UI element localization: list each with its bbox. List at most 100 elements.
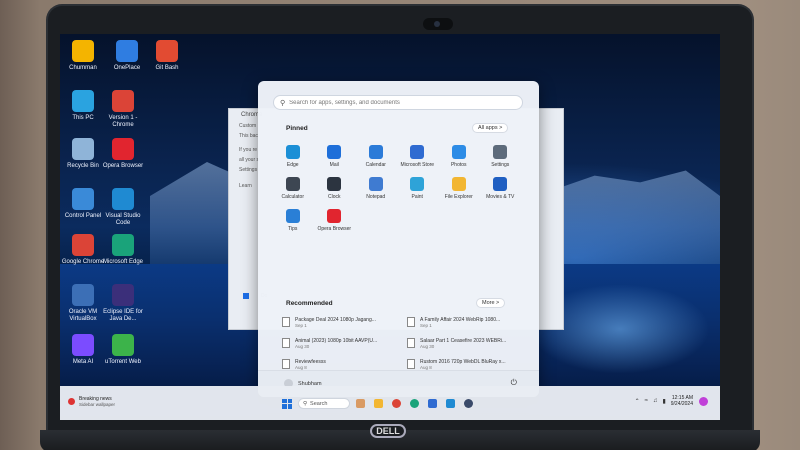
pinned-app[interactable]: Paint [397, 177, 439, 200]
edge-icon [112, 234, 134, 256]
control-panel-icon [72, 188, 94, 210]
start-search-box[interactable]: ⚲ [273, 95, 523, 110]
copilot-icon[interactable] [699, 396, 708, 406]
calendar-icon [368, 145, 383, 159]
recommended-item-date: Aug 30 [295, 344, 310, 349]
edge-icon [285, 145, 300, 159]
pinned-app[interactable]: Opera Browser [314, 209, 356, 232]
pinned-heading: Pinned [286, 125, 308, 132]
chrome-icon[interactable] [392, 399, 401, 408]
pinned-apps-grid: Edge Mail Calendar Microsoft Store Photos Set… [272, 145, 532, 232]
system-tray: ⌃ ≈ ♫ ▮ 12:15 AM 9/24/2024 [635, 395, 708, 407]
calculator-icon [285, 177, 300, 191]
recommended-item[interactable]: Salaar Part 1 Ceasefire 2023 WEBRi... Aug… [407, 338, 522, 350]
desktop-icon-label: uTorrent Web [105, 359, 141, 365]
recommended-list: Package Deal 2024 1080p Jagang... Sep 1 A … [282, 317, 522, 371]
desktop-icon[interactable]: uTorrent Web [100, 334, 146, 366]
movies-tv-icon [493, 177, 508, 191]
vscode-icon[interactable] [446, 399, 455, 408]
pinned-app[interactable]: Movies & TV [480, 177, 522, 200]
pinned-app-label: Notepad [366, 194, 386, 200]
desktop-icon[interactable]: Chumman [60, 40, 106, 72]
volume-icon[interactable]: ♫ [653, 398, 658, 404]
all-apps-button[interactable]: All apps > [472, 123, 509, 133]
recommended-item-date: Sep 1 [295, 323, 307, 328]
news-icon [68, 398, 75, 405]
desktop-icon-label: Version 1 - Chrome [108, 115, 138, 128]
pinned-app[interactable]: Edge [272, 145, 314, 168]
pinned-app-label: Tips [288, 226, 298, 232]
taskbar-search-button[interactable]: ⚲ Search [298, 398, 350, 409]
pinned-app[interactable]: Microsoft Store [397, 145, 439, 168]
recommended-item-name: Salaar Part 1 Ceasefire 2023 WEBRi... [420, 338, 507, 344]
pinned-app[interactable]: Notepad [355, 177, 397, 200]
pinned-app-label: Opera Browser [317, 226, 352, 232]
search-icon: ⚲ [303, 400, 308, 407]
pinned-app[interactable]: Clock [314, 177, 356, 200]
desktop-icon[interactable]: Microsoft Edge [100, 234, 146, 266]
taskbar-center: ⚲ Search [282, 398, 482, 409]
desktop-icon[interactable]: Opera Browser [100, 138, 146, 170]
pinned-app[interactable]: File Explorer [438, 177, 480, 200]
opera-icon [112, 138, 134, 160]
file-explorer-icon[interactable] [374, 399, 383, 408]
pinned-app-label: File Explorer [444, 194, 473, 200]
pinned-app[interactable]: Mail [314, 145, 356, 168]
pinned-app[interactable]: Photos [438, 145, 480, 168]
chrome-icon [72, 234, 94, 256]
more-button[interactable]: More > [476, 298, 506, 308]
pinned-app[interactable]: Tips [272, 209, 314, 232]
meta-ai-icon [72, 334, 94, 356]
battery-icon[interactable]: ▮ [662, 398, 665, 405]
wifi-icon[interactable]: ≈ [645, 398, 648, 404]
paint-icon [410, 177, 425, 191]
recommended-item[interactable]: Animal (2023) 1080p 10bit AAVP(U... Aug 3… [282, 338, 397, 350]
pinned-app-label: Clock [327, 194, 341, 200]
recommended-item-name: Rustom 2016 720p WebDL BluRay x... [420, 359, 506, 365]
file-icon [407, 359, 415, 369]
app-icon[interactable] [464, 399, 473, 408]
pinned-app-label: Microsoft Store [400, 162, 435, 168]
chevron-up-icon[interactable]: ⌃ [635, 398, 640, 405]
desktop-icon-label: Visual Studio Code [105, 213, 141, 226]
store-icon[interactable] [428, 399, 437, 408]
desktop-icon-label: Microsoft Edge [102, 259, 144, 265]
start-search-input[interactable] [289, 99, 510, 106]
recommended-item-date: Aug 30 [420, 344, 435, 349]
news-widget[interactable]: Breaking news Sidebar wallpaper [68, 396, 115, 407]
recommended-item[interactable]: Package Deal 2024 1080p Jagang... Sep 1 [282, 317, 397, 329]
pinned-app-label: Paint [411, 194, 423, 200]
recommended-item-date: Sep 1 [420, 323, 432, 328]
desktop-icon[interactable]: Visual Studio Code [100, 188, 146, 227]
notepad-icon [368, 177, 383, 191]
opera-icon [327, 209, 342, 223]
desktop-icon-label: Chumman [69, 65, 97, 71]
pinned-app-label: Photos [450, 162, 467, 168]
file-icon [282, 338, 290, 348]
recommended-heading: Recommended [286, 300, 333, 307]
desktop-icon[interactable]: Eclipse IDE for Java De... [100, 284, 146, 323]
edge-icon[interactable] [410, 399, 419, 408]
dialog-checkbox[interactable] [243, 293, 249, 299]
windows-start-icon[interactable] [282, 398, 292, 409]
desktop-icon-label: Eclipse IDE for Java De... [103, 309, 143, 322]
mail-icon [327, 145, 342, 159]
recommended-item[interactable]: A Family Affair 2024 WebRip 1080... Sep 1 [407, 317, 522, 329]
app-icon [116, 40, 138, 62]
utorrent-icon [112, 334, 134, 356]
desktop-icon-label: Opera Browser [102, 163, 144, 169]
pinned-app[interactable]: Settings [480, 145, 522, 168]
recycle-bin-icon [72, 138, 94, 160]
virtualbox-icon [72, 284, 94, 306]
search-icon: ⚲ [280, 99, 286, 107]
pinned-app[interactable]: Calculator [272, 177, 314, 200]
file-explorer-icon [451, 177, 466, 191]
news-subtitle: Sidebar wallpaper [79, 402, 116, 407]
start-menu: ⚲ Pinned All apps > Edge Mail Calendar Micr… [258, 81, 539, 397]
file-icon [282, 317, 290, 327]
desktop-icon[interactable]: Git Bash [144, 40, 190, 72]
clock[interactable]: 12:15 AM 9/24/2024 [671, 395, 693, 407]
taskbar-app-icon[interactable] [356, 399, 365, 408]
desktop-icon[interactable]: Version 1 - Chrome [100, 90, 146, 129]
pinned-app[interactable]: Calendar [355, 145, 397, 168]
